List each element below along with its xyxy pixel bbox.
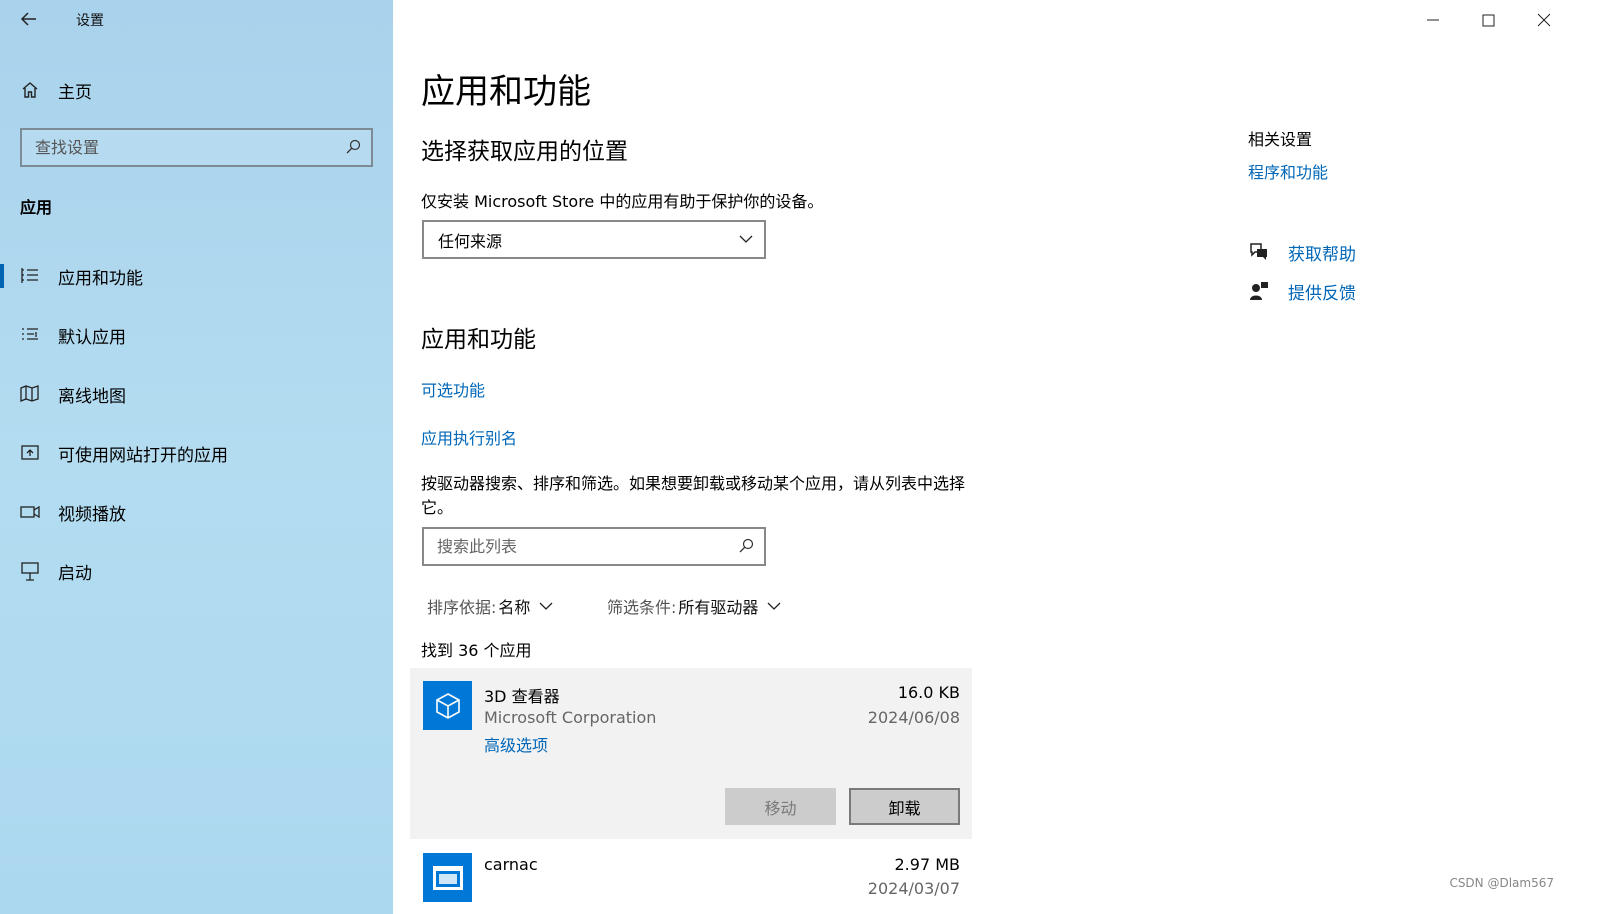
related-settings-title: 相关设置 <box>1248 130 1313 149</box>
apps-for-websites-icon <box>21 445 39 460</box>
app-name: 3D 查看器 <box>484 687 560 706</box>
sidebar-section-label: 应用 <box>20 198 53 217</box>
close-icon <box>1537 13 1551 27</box>
app-date: 2024/03/07 <box>867 879 960 898</box>
source-heading: 选择获取应用的位置 <box>421 139 628 165</box>
sidebar-item-video-playback[interactable]: 视频播放 <box>0 496 393 528</box>
maximize-button[interactable] <box>1476 8 1500 32</box>
move-button[interactable]: 移动 <box>725 788 836 825</box>
app-execution-aliases-link[interactable]: 应用执行别名 <box>421 425 517 449</box>
filter-dropdown[interactable]: 筛选条件: 所有驱动器 <box>607 594 782 618</box>
app-date: 2024/06/08 <box>867 708 960 727</box>
maximize-icon <box>1482 14 1495 27</box>
sort-key: 排序依据: <box>427 598 497 617</box>
search-icon[interactable] <box>738 538 754 554</box>
search-icon[interactable] <box>345 139 361 155</box>
app-list-item[interactable] <box>410 842 972 914</box>
video-playback-icon <box>20 505 40 519</box>
apps-found-count: 找到 36 个应用 <box>421 641 532 660</box>
minimize-icon <box>1427 19 1439 21</box>
close-button[interactable] <box>1532 8 1556 32</box>
sidebar-item-label: 可使用网站打开的应用 <box>58 445 228 466</box>
filter-key: 筛选条件: <box>607 598 677 617</box>
get-help-link[interactable]: 获取帮助 <box>1248 240 1356 265</box>
app-icon <box>423 681 472 730</box>
give-feedback-link[interactable]: 提供反馈 <box>1248 279 1356 304</box>
settings-search-box <box>20 128 373 167</box>
window-title: 设置 <box>76 13 104 29</box>
advanced-options-link[interactable]: 高级选项 <box>484 732 548 756</box>
give-feedback-label: 提供反馈 <box>1288 283 1356 304</box>
apps-heading: 应用和功能 <box>421 327 536 353</box>
window-app-icon <box>432 865 463 890</box>
home-nav-item[interactable]: 主页 <box>20 78 92 103</box>
sidebar: 设置 主页 应用 应用和功能 默认应用 离线地图 <box>0 0 393 914</box>
page-title: 应用和功能 <box>421 72 591 112</box>
app-list-search-box <box>422 527 766 566</box>
back-arrow-icon <box>20 12 36 26</box>
optional-features-link[interactable]: 可选功能 <box>421 377 485 401</box>
sort-dropdown[interactable]: 排序依据: 名称 <box>427 594 554 618</box>
sidebar-item-label: 启动 <box>58 563 92 584</box>
back-button[interactable] <box>14 6 44 32</box>
get-help-label: 获取帮助 <box>1288 244 1356 265</box>
minimize-button[interactable] <box>1421 8 1445 32</box>
default-apps-icon <box>22 328 38 340</box>
sidebar-item-offline-maps[interactable]: 离线地图 <box>0 378 393 410</box>
app-publisher: Microsoft Corporation <box>484 708 657 727</box>
selected-indicator <box>0 264 4 288</box>
chevron-down-icon <box>739 235 753 243</box>
help-chat-icon <box>1250 243 1267 260</box>
chevron-down-icon <box>539 602 553 610</box>
app-source-value: 任何来源 <box>438 231 503 251</box>
app-list-search-input[interactable] <box>424 529 727 564</box>
chevron-down-icon <box>767 602 781 610</box>
programs-features-link[interactable]: 程序和功能 <box>1248 159 1328 183</box>
startup-icon <box>21 562 39 581</box>
cube-icon <box>435 692 460 719</box>
app-size: 16.0 KB <box>897 683 960 702</box>
sidebar-item-label: 离线地图 <box>58 386 126 407</box>
uninstall-button[interactable]: 卸载 <box>849 788 960 825</box>
apps-features-icon <box>21 268 38 283</box>
sort-value: 名称 <box>498 598 531 617</box>
settings-search-input[interactable] <box>22 130 335 165</box>
app-name: carnac <box>484 855 538 874</box>
offline-maps-icon <box>20 385 39 402</box>
sidebar-item-startup[interactable]: 启动 <box>0 555 393 587</box>
list-description: 按驱动器搜索、排序和筛选。如果想要卸载或移动某个应用，请从列表中选择它。 <box>421 474 966 517</box>
home-label: 主页 <box>58 82 92 103</box>
feedback-person-icon <box>1250 282 1268 300</box>
watermark: CSDN @Dlam567 <box>1449 876 1554 890</box>
sidebar-item-default-apps[interactable]: 默认应用 <box>0 319 393 351</box>
app-size: 2.97 MB <box>894 855 961 874</box>
sidebar-item-label: 应用和功能 <box>58 268 143 289</box>
sidebar-item-label: 默认应用 <box>58 327 126 348</box>
filter-value: 所有驱动器 <box>678 598 759 617</box>
sidebar-item-apps-for-websites[interactable]: 可使用网站打开的应用 <box>0 437 393 469</box>
source-description: 仅安装 Microsoft Store 中的应用有助于保护你的设备。 <box>421 192 824 211</box>
app-source-dropdown[interactable]: 任何来源 <box>422 220 766 259</box>
app-icon <box>423 853 472 902</box>
sidebar-item-apps-features[interactable]: 应用和功能 <box>0 260 393 292</box>
home-icon <box>22 82 38 98</box>
sidebar-item-label: 视频播放 <box>58 504 126 525</box>
